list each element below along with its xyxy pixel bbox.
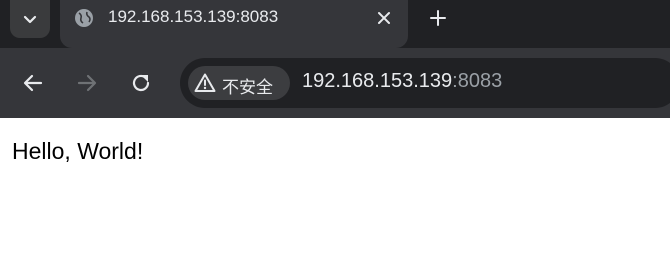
warning-icon — [194, 73, 216, 92]
security-indicator[interactable]: 不安全 — [188, 66, 290, 100]
url-text[interactable]: 192.168.153.139:8083 — [302, 70, 502, 93]
globe-icon — [75, 9, 93, 27]
tab-strip: 192.168.153.139:8083 — [0, 0, 670, 48]
tab-search-button[interactable] — [10, 0, 50, 38]
url-port: :8083 — [452, 70, 503, 92]
reload-icon — [132, 74, 150, 92]
chevron-down-icon — [23, 15, 37, 24]
forward-button[interactable] — [74, 70, 100, 96]
active-tab[interactable]: 192.168.153.139:8083 — [60, 0, 408, 48]
url-host: 192.168.153.139 — [302, 70, 453, 92]
close-icon — [378, 12, 390, 24]
plus-icon — [430, 10, 446, 26]
tab-close-button[interactable] — [372, 6, 396, 30]
arrow-left-icon — [23, 74, 43, 92]
page-text: Hello, World! — [12, 138, 144, 164]
back-button[interactable] — [20, 70, 46, 96]
address-bar[interactable]: 不安全 192.168.153.139:8083 — [180, 58, 670, 108]
arrow-right-icon — [77, 74, 97, 92]
new-tab-button[interactable] — [424, 4, 452, 32]
tab-title: 192.168.153.139:8083 — [108, 7, 279, 26]
toolbar: 不安全 192.168.153.139:8083 — [0, 48, 670, 118]
page-content: Hello, World! — [0, 118, 670, 271]
security-label: 不安全 — [222, 78, 273, 97]
reload-button[interactable] — [128, 70, 154, 96]
